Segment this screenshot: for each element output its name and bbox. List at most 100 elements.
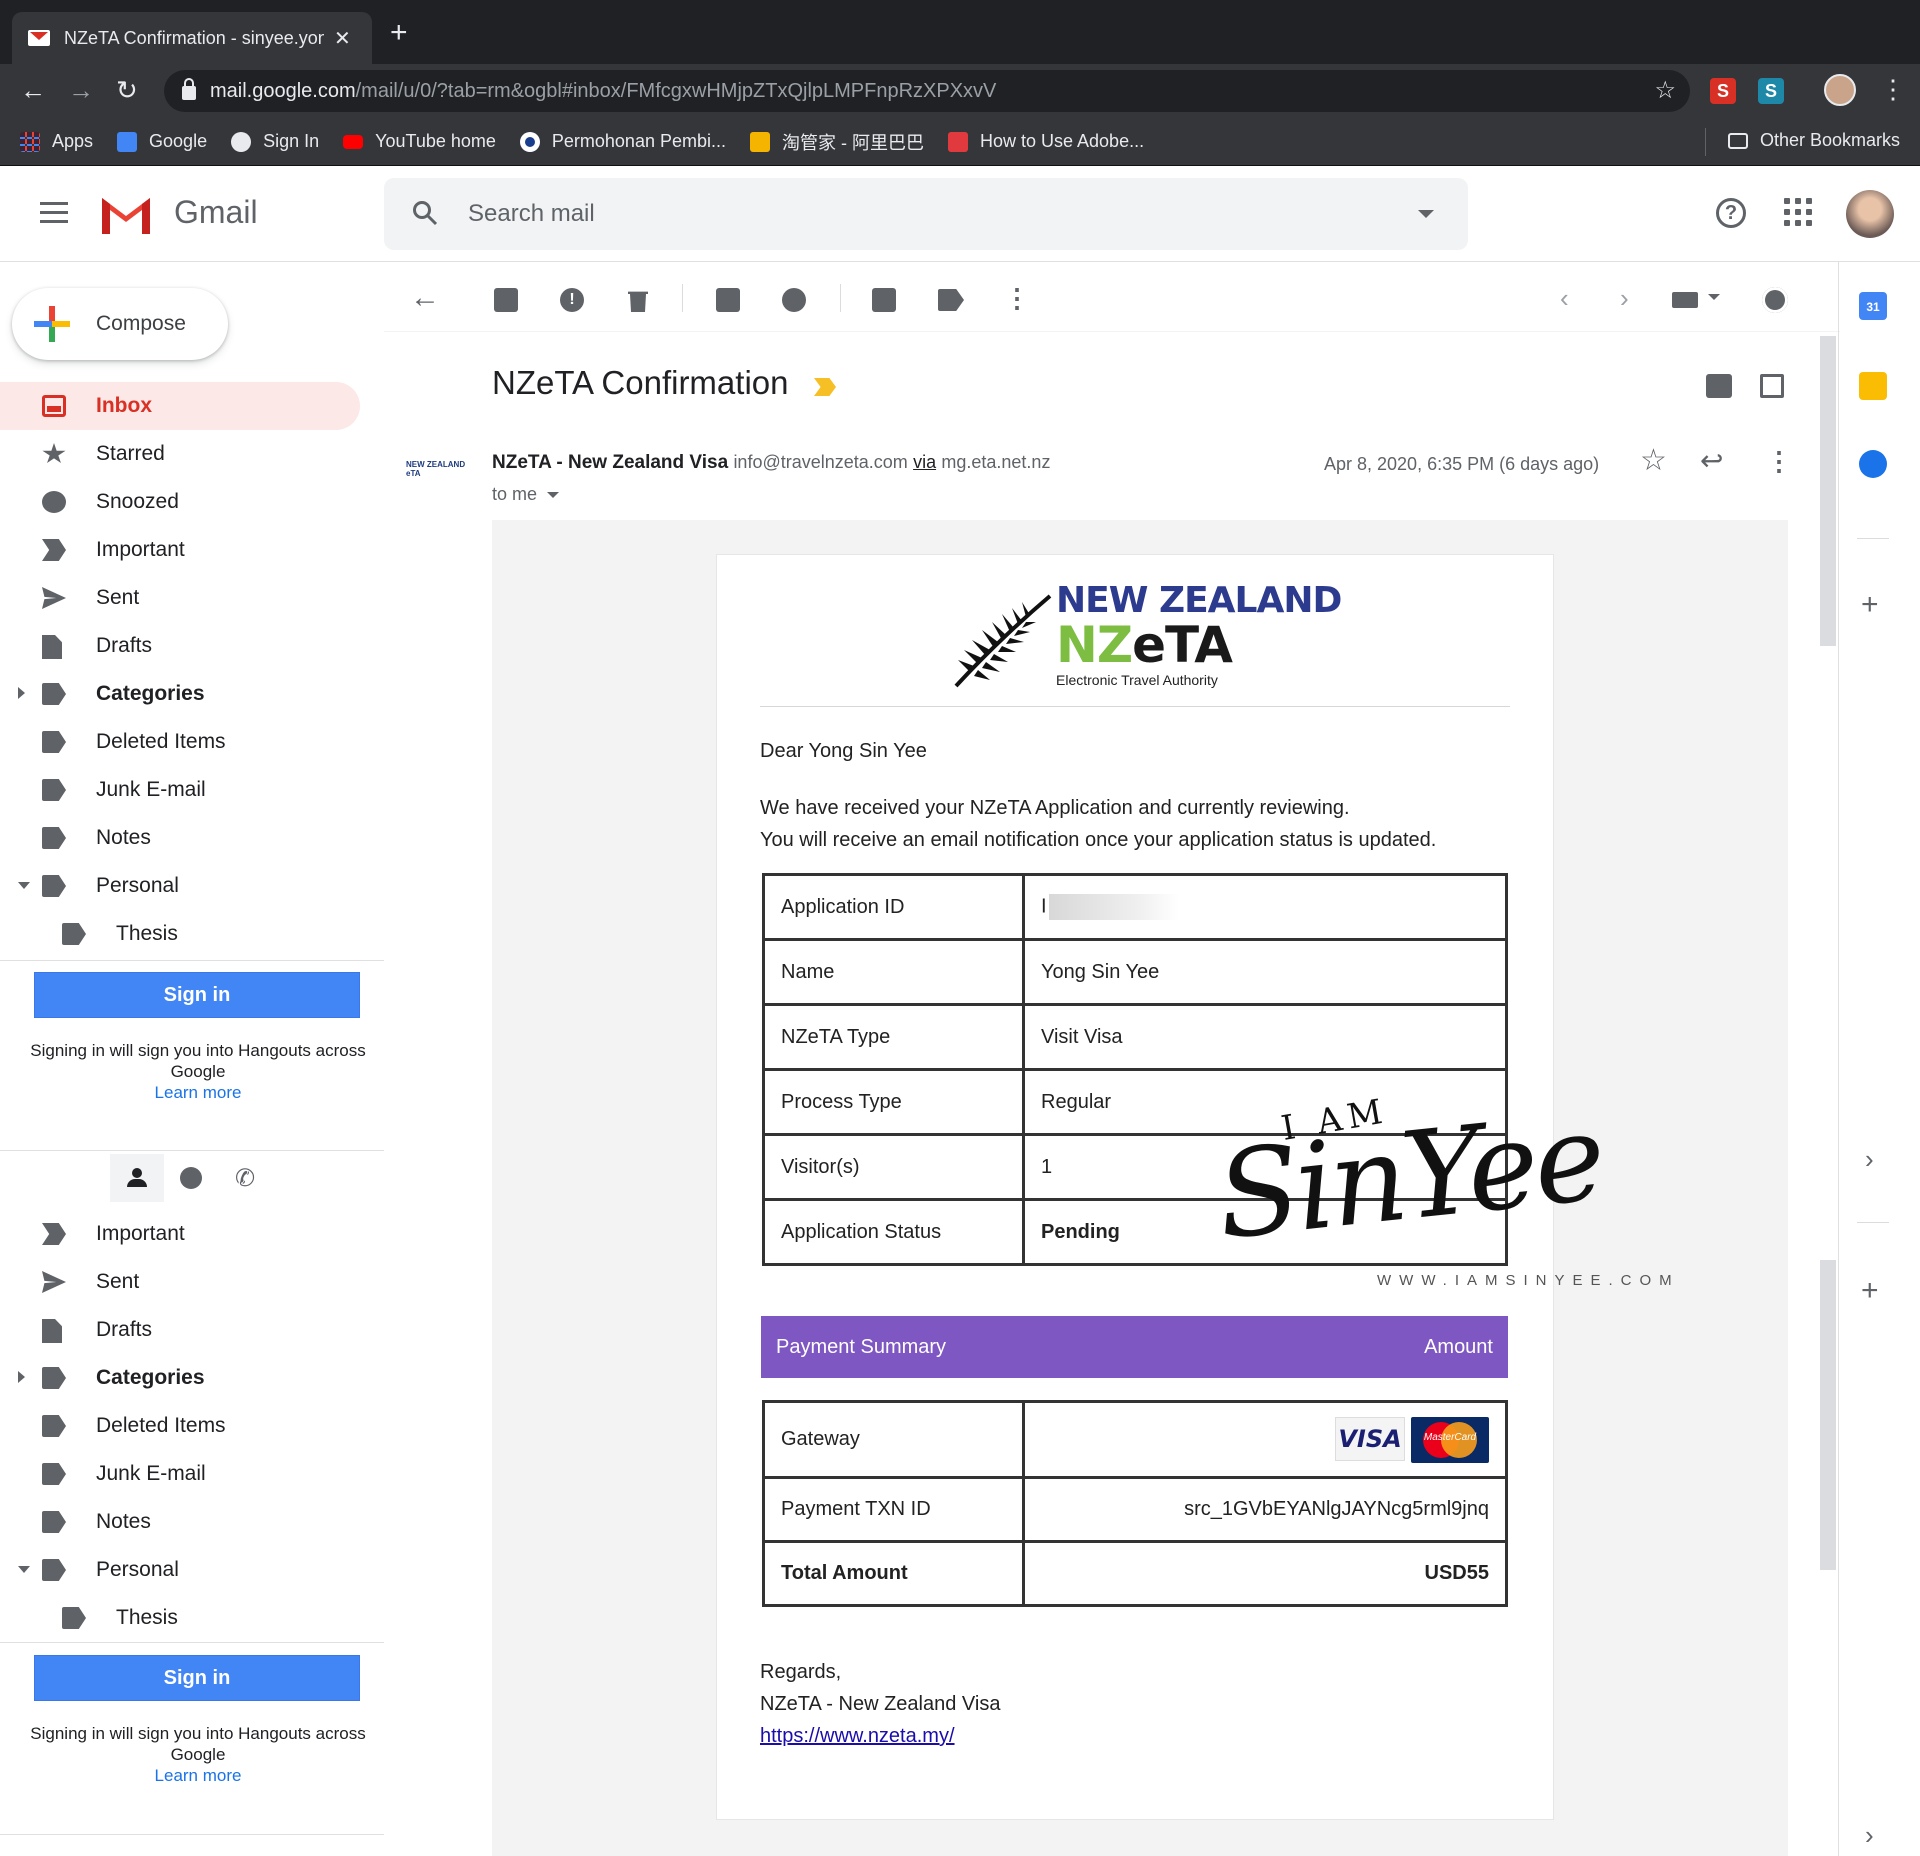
nav-deleted-items[interactable]: Deleted Items — [0, 718, 360, 766]
keep-icon[interactable] — [1859, 372, 1887, 400]
nzeta-website-link[interactable]: https://www.nzeta.my/ — [760, 1720, 1000, 1752]
reply-icon[interactable]: ↩ — [1700, 446, 1723, 476]
important-marker-icon[interactable] — [814, 378, 836, 396]
nav-personal[interactable]: Personal — [0, 862, 360, 910]
other-bookmarks[interactable]: Other Bookmarks — [1727, 130, 1900, 151]
nav-drafts[interactable]: Drafts — [0, 1306, 360, 1354]
star-icon — [42, 443, 66, 464]
show-side-panel-chevron-icon[interactable]: › — [1865, 1822, 1874, 1848]
sender-name[interactable]: NZeTA - New Zealand Visa — [492, 452, 728, 473]
hangouts-sign-in-button[interactable]: Sign in — [34, 972, 360, 1018]
browser-tab[interactable]: NZeTA Confirmation - sinyee.yon ✕ — [12, 12, 372, 64]
nav-sent[interactable]: Sent — [0, 574, 360, 622]
tab-conversations[interactable] — [164, 1154, 218, 1202]
nav-thesis[interactable]: Thesis — [0, 1594, 360, 1642]
show-details-icon[interactable] — [547, 492, 560, 499]
forward-icon[interactable]: → — [68, 74, 94, 106]
tasks-icon[interactable] — [1859, 450, 1887, 478]
back-icon[interactable]: ← — [20, 74, 46, 106]
send-icon — [42, 587, 66, 609]
extension-s-teal-icon[interactable]: S — [1758, 78, 1784, 104]
nav-inbox[interactable]: Inbox — [0, 382, 360, 430]
tab-close-icon[interactable]: ✕ — [334, 26, 351, 51]
chrome-profile-avatar[interactable] — [1824, 74, 1856, 106]
bookmark-google[interactable]: Google — [117, 131, 207, 152]
learn-more-link[interactable]: Learn more — [155, 1083, 242, 1102]
nav-starred[interactable]: Starred — [0, 430, 360, 478]
main-menu-icon[interactable] — [40, 202, 68, 229]
nav-important[interactable]: Important — [0, 1210, 360, 1258]
get-addons-plus-icon[interactable]: + — [1861, 590, 1879, 620]
label-as-icon[interactable] — [938, 289, 964, 311]
snooze-icon[interactable] — [782, 288, 806, 312]
chrome-menu-icon[interactable]: ⋮ — [1880, 74, 1906, 105]
reload-icon[interactable]: ↻ — [116, 74, 138, 106]
search-options-icon[interactable] — [1418, 210, 1434, 218]
nav-categories[interactable]: Categories — [0, 1354, 360, 1402]
expand-arrow-icon[interactable] — [18, 687, 25, 699]
newer-icon[interactable]: ‹ — [1560, 284, 1588, 312]
bookmark-adobe[interactable]: How to Use Adobe... — [947, 131, 1144, 152]
compose-button[interactable]: Compose — [12, 288, 228, 360]
new-tab-icon[interactable]: + — [390, 18, 408, 48]
nav-important[interactable]: Important — [0, 526, 360, 574]
get-addons-plus-icon[interactable]: + — [1861, 1276, 1879, 1306]
nav-junk-email[interactable]: Junk E-mail — [0, 1450, 360, 1498]
report-spam-icon[interactable]: ! — [560, 288, 584, 312]
nav-notes[interactable]: Notes — [0, 1498, 360, 1546]
nav-deleted-items[interactable]: Deleted Items — [0, 1402, 360, 1450]
recipient-line[interactable]: to me — [492, 484, 560, 505]
delete-icon[interactable] — [628, 291, 648, 312]
archive-icon[interactable] — [494, 288, 518, 312]
bookmark-alibaba[interactable]: 淘管家 - 阿里巴巴 — [749, 129, 924, 155]
collapse-arrow-icon[interactable] — [18, 882, 30, 889]
extension-s-red-icon[interactable]: S — [1710, 78, 1736, 104]
address-bar[interactable]: mail.google.com/mail/u/0/?tab=rm&ogbl#in… — [164, 70, 1690, 112]
tab-calls[interactable]: ✆ — [218, 1154, 272, 1202]
message-more-icon[interactable]: ⋮ — [1766, 446, 1792, 476]
nav-categories[interactable]: Categories — [0, 670, 360, 718]
nav-notes[interactable]: Notes — [0, 814, 360, 862]
bookmark-sign-in[interactable]: Sign In — [231, 131, 319, 152]
keyboard-icon[interactable] — [1672, 292, 1698, 308]
account-avatar[interactable] — [1846, 190, 1894, 238]
bookmark-youtube[interactable]: YouTube home — [343, 131, 496, 152]
print-icon[interactable] — [1706, 374, 1732, 398]
nav-personal[interactable]: Personal — [0, 1546, 360, 1594]
learn-more-link[interactable]: Learn more — [155, 1766, 242, 1785]
redacted-application-id — [1048, 894, 1179, 920]
collapse-arrow-icon[interactable] — [18, 1566, 30, 1573]
nav-sent[interactable]: Sent — [0, 1258, 360, 1306]
older-icon[interactable]: › — [1620, 284, 1648, 312]
detail-value: Visit Visa — [1022, 1003, 1508, 1071]
message-scrollbar[interactable] — [1820, 336, 1836, 646]
nav-snoozed[interactable]: Snoozed — [0, 478, 360, 526]
show-side-panel-chevron-icon[interactable]: › — [1865, 1146, 1874, 1172]
back-to-inbox-icon[interactable]: ← — [410, 283, 440, 313]
message-scrollbar-lower[interactable] — [1820, 1260, 1836, 1570]
mark-unread-icon[interactable] — [716, 288, 740, 312]
nav-junk-email[interactable]: Junk E-mail — [0, 766, 360, 814]
settings-gear-icon[interactable] — [1762, 287, 1788, 313]
bookmark-apps[interactable]: Apps — [20, 131, 93, 152]
more-actions-icon[interactable]: ⋮ — [1004, 284, 1032, 312]
via-link[interactable]: via — [913, 452, 936, 472]
search-icon[interactable] — [412, 200, 438, 226]
expand-arrow-icon[interactable] — [18, 1371, 25, 1383]
star-message-icon[interactable]: ☆ — [1640, 446, 1667, 476]
gmail-logo-icon[interactable] — [98, 192, 154, 236]
google-apps-icon[interactable] — [1784, 198, 1812, 226]
search-input[interactable] — [468, 192, 1368, 236]
help-icon[interactable]: ? — [1716, 198, 1746, 228]
open-new-window-icon[interactable] — [1760, 374, 1784, 398]
search-bar[interactable] — [384, 178, 1468, 250]
nav-drafts[interactable]: Drafts — [0, 622, 360, 670]
bookmark-star-icon[interactable]: ☆ — [1654, 76, 1676, 105]
calendar-icon[interactable]: 31 — [1859, 292, 1887, 320]
hangouts-sign-in-button[interactable]: Sign in — [34, 1655, 360, 1701]
move-to-icon[interactable] — [872, 288, 896, 312]
tab-contacts[interactable] — [110, 1154, 164, 1202]
input-tools-caret-icon[interactable] — [1708, 294, 1720, 300]
bookmark-permohonan[interactable]: Permohonan Pembi... — [519, 131, 726, 152]
nav-thesis[interactable]: Thesis — [0, 910, 360, 958]
